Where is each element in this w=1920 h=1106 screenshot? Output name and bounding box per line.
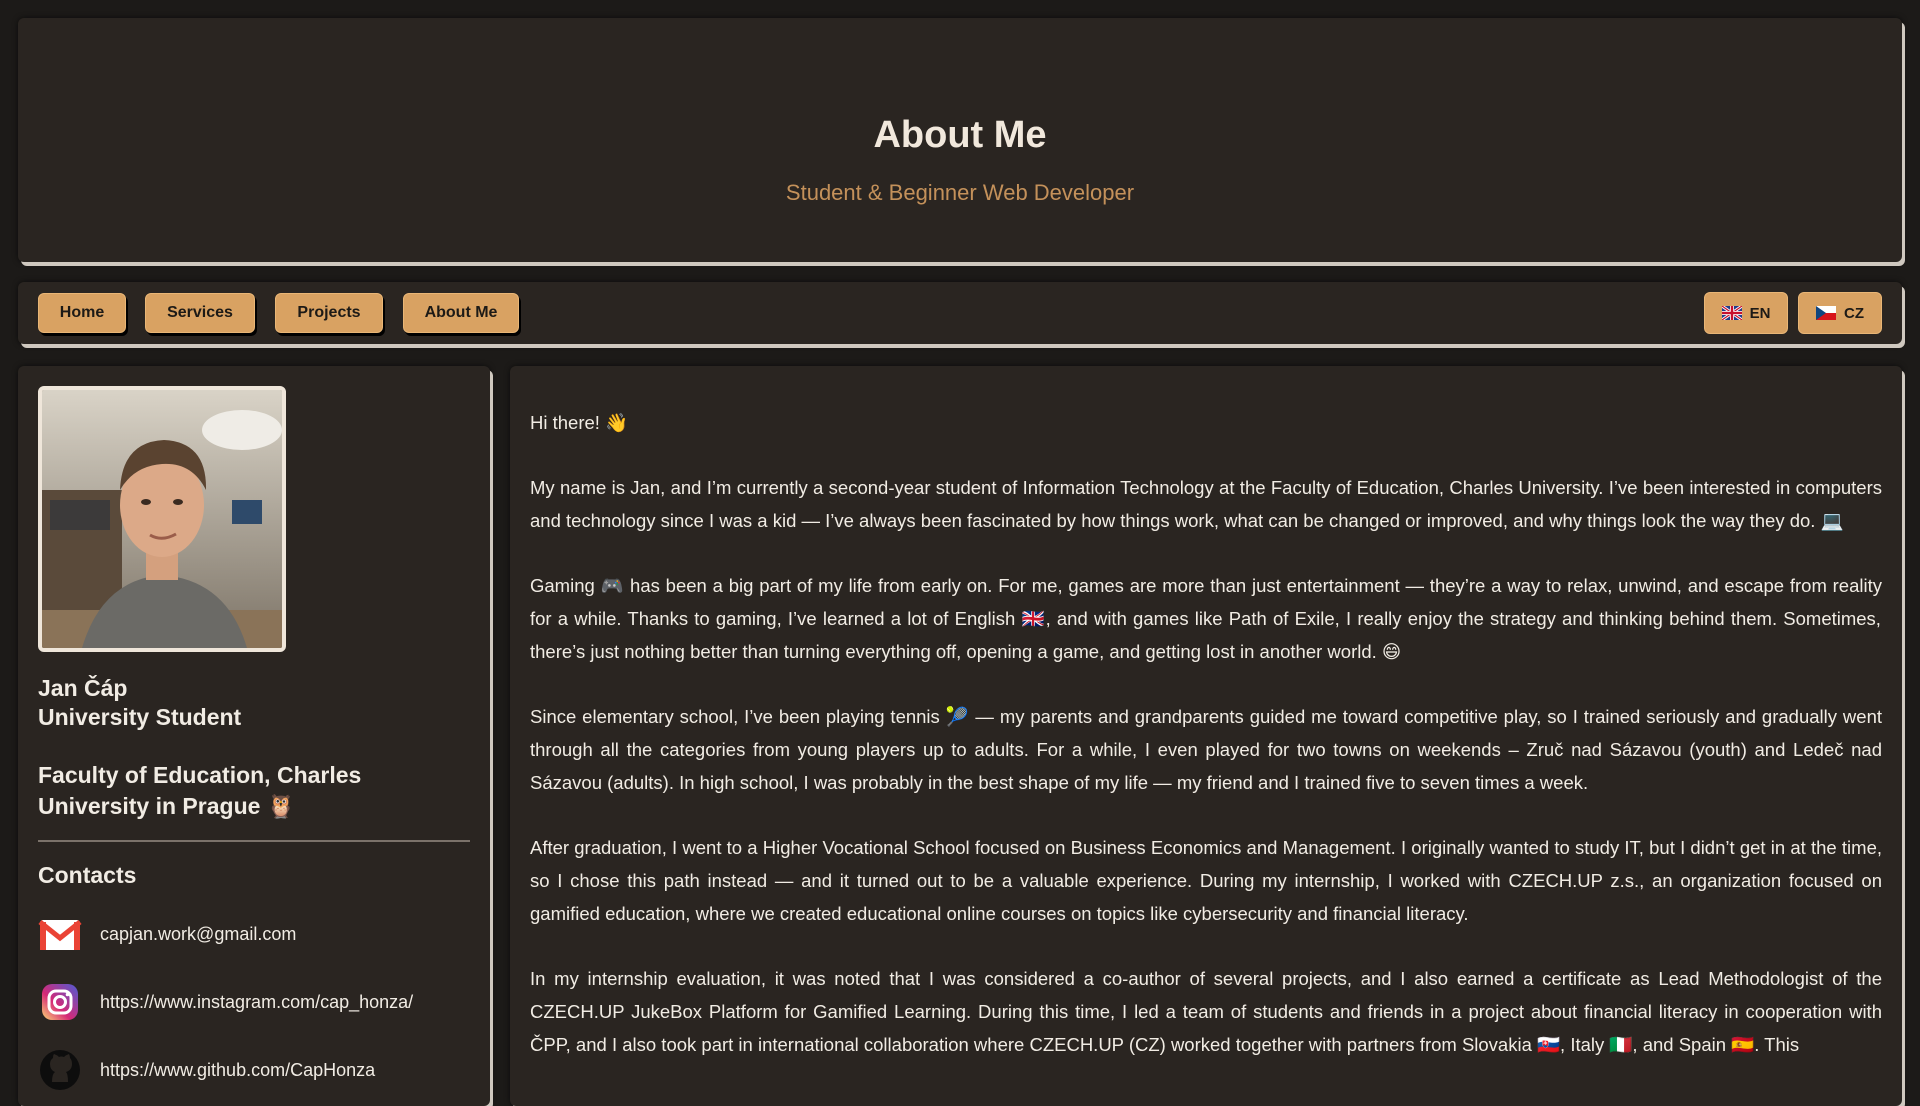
language-cz-button[interactable]: CZ (1798, 292, 1882, 334)
page-header: About Me Student & Beginner Web Develope… (18, 18, 1902, 262)
contact-github-text[interactable]: https://www.github.com/CapHonza (100, 1060, 375, 1081)
contact-instagram-text[interactable]: https://www.instagram.com/cap_honza/ (100, 992, 413, 1013)
language-cz-label: CZ (1844, 304, 1864, 322)
profile-faculty: Faculty of Education, Charles University… (38, 762, 362, 819)
profile-name-block: Jan Čáp University Student (38, 674, 241, 732)
about-paragraph-internship: In my internship evaluation, it was note… (530, 968, 1882, 1055)
language-en-label: EN (1749, 304, 1771, 322)
profile-photo-image (42, 390, 282, 648)
about-paragraph-intro: My name is Jan, and I’m currently a seco… (530, 477, 1882, 531)
contact-github[interactable]: https://www.github.com/CapHonza (38, 1048, 375, 1092)
gmail-icon (38, 920, 82, 950)
about-paragraph-education: After graduation, I went to a Higher Voc… (530, 837, 1882, 924)
contact-email[interactable]: capjan.work@gmail.com (38, 912, 296, 956)
nav-about-button[interactable]: About Me (403, 293, 519, 333)
contact-email-text[interactable]: capjan.work@gmail.com (100, 924, 296, 945)
about-paragraph-gaming: Gaming 🎮 has been a big part of my life … (530, 575, 1882, 662)
github-icon (40, 1050, 80, 1090)
nav-services-button[interactable]: Services (145, 293, 255, 333)
profile-sidebar: Jan Čáp University Student Faculty of Ed… (18, 366, 490, 1106)
instagram-icon (42, 984, 78, 1020)
czech-flag-icon (1816, 306, 1836, 320)
contact-instagram[interactable]: https://www.instagram.com/cap_honza/ (38, 980, 413, 1024)
nav-projects-button[interactable]: Projects (275, 293, 383, 333)
page-subtitle: Student & Beginner Web Developer (785, 180, 1135, 205)
profile-role: University Student (38, 704, 242, 730)
nav-home-button[interactable]: Home (38, 293, 126, 333)
language-en-button[interactable]: EN (1704, 292, 1788, 334)
about-paragraph-tennis: Since elementary school, I’ve been playi… (530, 706, 1882, 793)
profile-name: Jan Čáp (38, 675, 128, 701)
profile-photo (38, 386, 286, 652)
about-content: Hi there! 👋 My name is Jan, and I’m curr… (510, 366, 1902, 1106)
page-title: About Me (873, 114, 1047, 156)
sidebar-divider (38, 840, 470, 842)
about-paragraph-greeting: Hi there! 👋 (530, 412, 629, 433)
nav-bar: Home Services Projects About Me EN CZ (18, 282, 1902, 344)
uk-flag-icon (1721, 306, 1742, 320)
contacts-heading: Contacts (38, 862, 137, 888)
